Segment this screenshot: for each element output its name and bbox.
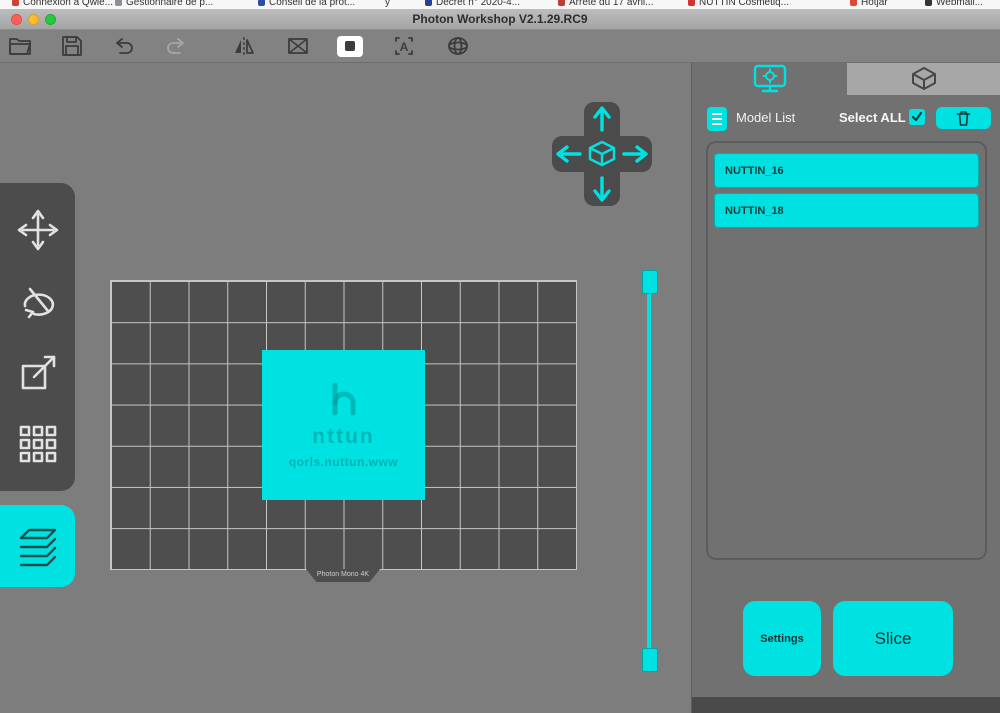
favicon-icon (850, 0, 857, 6)
trash-icon (956, 111, 971, 126)
undo-icon (116, 38, 133, 54)
model-list-file-icon (707, 107, 727, 131)
model-object[interactable]: nttun qorls.nuttun.www (262, 350, 425, 500)
model-list-item[interactable]: NUTTIN_16 (714, 153, 979, 188)
delete-models-button[interactable] (936, 107, 991, 129)
move-gadget[interactable] (552, 102, 652, 206)
favicon-icon (12, 0, 19, 6)
bookmark-item[interactable]: Connexion à Qwle... (12, 0, 113, 8)
right-panel: Model List Select ALL NUTTIN_16 NUTTIN_1… (691, 62, 1000, 713)
bookmark-label: Arrêté du 17 avril... (569, 0, 654, 8)
slider-track[interactable] (647, 278, 651, 662)
bookmark-item[interactable]: NUTTIN Cosmétiq... (688, 0, 789, 8)
slice-layers-tool-button[interactable] (0, 505, 75, 587)
settings-button[interactable]: Settings (743, 601, 821, 676)
transform-tool-panel (0, 183, 75, 491)
transform-tool-button[interactable] (284, 33, 312, 59)
panel-bottom-strip (692, 697, 1000, 713)
bookmark-item[interactable]: Hotjar (850, 0, 888, 8)
favicon-icon (425, 0, 432, 6)
favicon-icon (688, 0, 695, 6)
tab-print-preview[interactable] (847, 62, 1000, 95)
bookmark-label: Webmail... (936, 0, 984, 8)
scale-icon (21, 355, 55, 389)
model-list-header: Model List Select ALL (692, 104, 1000, 134)
text-tool-button[interactable]: A (390, 33, 418, 59)
open-file-button[interactable] (6, 33, 34, 59)
model-logo-icon (332, 382, 355, 416)
plate-icon (345, 41, 355, 51)
mesh-sphere-icon (448, 37, 468, 55)
save-button[interactable] (58, 33, 86, 59)
model-logo-text: nttun (312, 425, 375, 448)
rotate-tool-button[interactable] (14, 277, 62, 325)
select-all-label: Select ALL (839, 110, 906, 125)
bookmark-item[interactable]: Décret n° 2020-4... (425, 0, 520, 8)
clone-array-tool-button[interactable] (14, 420, 62, 468)
model-list: NUTTIN_16 NUTTIN_18 (706, 141, 987, 560)
preview-box-icon (912, 67, 936, 90)
slider-handle-bottom[interactable] (642, 648, 658, 672)
mirror-icon (235, 37, 254, 55)
select-all-checkbox[interactable] (909, 109, 925, 125)
move-icon (17, 209, 58, 251)
undo-button[interactable] (110, 33, 138, 59)
array-grid-icon (19, 425, 56, 463)
mesh-view-button[interactable] (444, 33, 472, 59)
window-title: Photon Workshop V2.1.29.RC9 (412, 12, 588, 26)
bookmark-label: Hotjar (861, 0, 888, 8)
plate-tool-button-active[interactable] (336, 33, 364, 59)
model-list-item[interactable]: NUTTIN_18 (714, 193, 979, 228)
printer-model-label: Photon Mono 4K (306, 569, 380, 582)
move-tool-button[interactable] (14, 206, 62, 254)
bookmark-label: Connexion à Qwle... (23, 0, 114, 8)
bookmark-label: Décret n° 2020-4... (436, 0, 521, 8)
active-tool-highlight (337, 35, 363, 57)
check-icon (911, 111, 923, 122)
text-tool-icon: A (395, 37, 413, 55)
bookmark-item[interactable]: Webmail... (925, 0, 983, 8)
mirror-tool-button[interactable] (230, 33, 258, 59)
redo-button[interactable] (162, 33, 190, 59)
browser-bookmarks-bar: Connexion à Qwle... Gestionnaire de p...… (0, 0, 1000, 9)
main-toolbar: A (0, 30, 1000, 63)
bookmark-label: Gestionnaire de p... (126, 0, 214, 8)
slider-handle-top[interactable] (642, 270, 658, 294)
layers-icon (19, 528, 56, 567)
transform-box-icon (288, 38, 308, 54)
favicon-icon (925, 0, 932, 6)
monitor-gear-icon (753, 64, 786, 93)
svg-text:A: A (400, 40, 409, 54)
bookmark-item[interactable]: Arrêté du 17 avril... (558, 0, 653, 8)
bookmark-item[interactable]: Gestionnaire de p... (115, 0, 213, 8)
bookmark-label: NUTTIN Cosmétiq... (699, 0, 790, 8)
redo-icon (167, 38, 184, 54)
tab-model-settings[interactable] (692, 62, 847, 95)
bookmark-item[interactable]: Conseil de la prot... (258, 0, 355, 8)
favicon-icon (115, 0, 122, 6)
scale-tool-button[interactable] (14, 349, 62, 397)
slice-button[interactable]: Slice (833, 601, 953, 676)
rotate-icon (23, 288, 54, 319)
bookmark-label: y (385, 0, 390, 8)
bookmark-label: Conseil de la prot... (269, 0, 356, 8)
layer-slider (641, 268, 658, 672)
open-folder-icon (9, 38, 31, 55)
bookmark-item[interactable]: y (385, 0, 390, 8)
save-floppy-icon (62, 36, 82, 56)
model-list-title: Model List (736, 110, 796, 125)
model-url-text: qorls.nuttun.www (288, 455, 399, 469)
favicon-icon (558, 0, 565, 6)
favicon-icon (258, 0, 265, 6)
window-titlebar: Photon Workshop V2.1.29.RC9 (0, 9, 1000, 30)
